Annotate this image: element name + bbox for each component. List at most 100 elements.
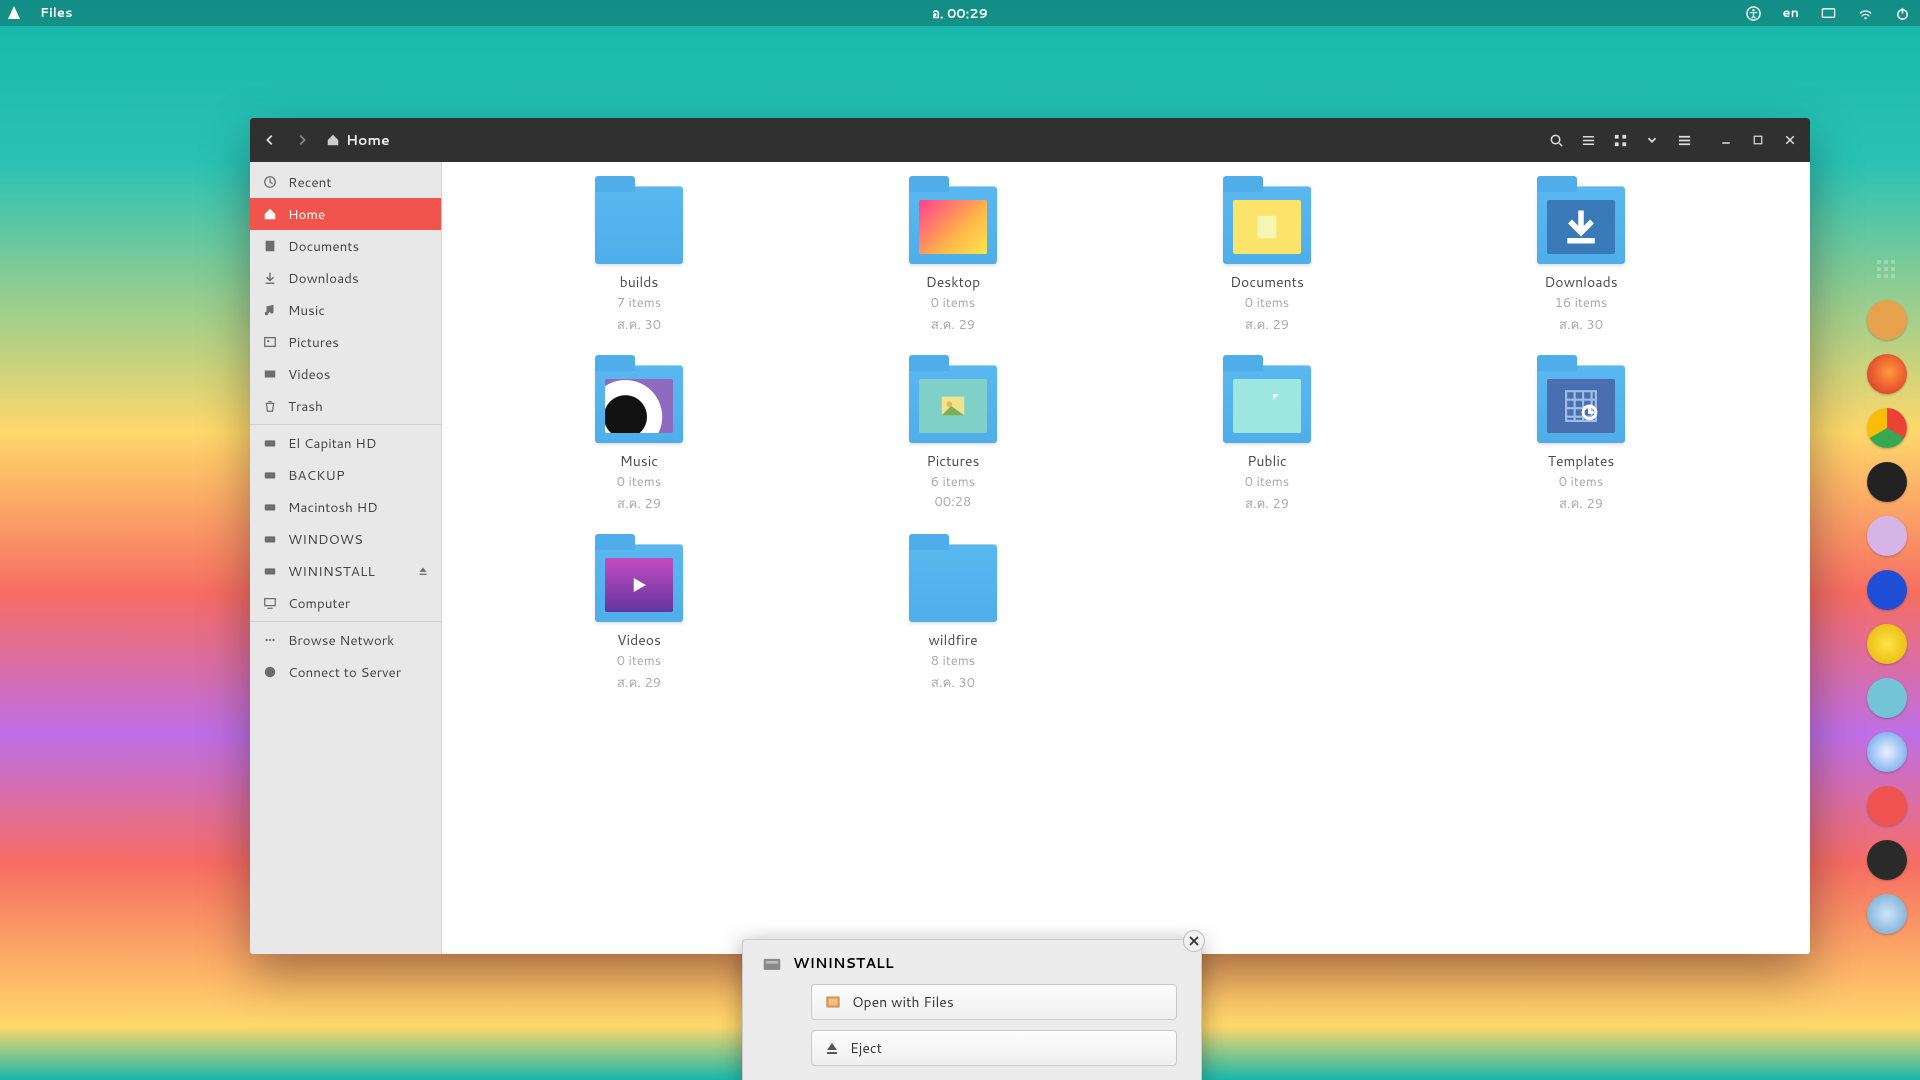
doc-icon: [262, 238, 278, 254]
content-area[interactable]: builds 7 items ส.ค. 30 Desktop 0 items ส…: [442, 162, 1810, 954]
folder-templates[interactable]: Templates 0 items ส.ค. 29: [1424, 365, 1738, 514]
clock[interactable]: อ. 00:29: [932, 3, 988, 24]
dock-app-music[interactable]: [1867, 624, 1907, 664]
nav-back-button[interactable]: [254, 124, 286, 156]
folder-name: Desktop: [926, 272, 980, 292]
eject-icon[interactable]: [415, 563, 431, 579]
dock-app-utility[interactable]: [1867, 786, 1907, 826]
folder-date: ส.ค. 29: [931, 314, 975, 335]
sidebar-item-label: Connect to Server: [288, 663, 401, 682]
nav-forward-button[interactable]: [286, 124, 318, 156]
mount-notification: WININSTALL Open with Files Eject: [742, 939, 1202, 1080]
antergos-logo-icon: [6, 5, 22, 21]
dock-app-terminal[interactable]: [1867, 462, 1907, 502]
sidebar-item-label: Browse Network: [288, 631, 394, 650]
dock-app-files[interactable]: [1867, 300, 1907, 340]
drive-icon: [761, 952, 783, 974]
sidebar-item-el-capitan-hd[interactable]: El Capitan HD: [250, 427, 441, 459]
sidebar-item-label: Videos: [288, 365, 330, 384]
sidebar-item-home[interactable]: Home: [250, 198, 441, 230]
folder-wildfire[interactable]: wildfire 8 items ส.ค. 30: [796, 544, 1110, 693]
sidebar-item-wininstall[interactable]: WININSTALL: [250, 555, 441, 587]
view-list-button[interactable]: [1572, 124, 1604, 156]
hamburger-menu-button[interactable]: [1668, 124, 1700, 156]
display-menu[interactable]: [1821, 6, 1836, 21]
sidebar-item-label: Trash: [288, 397, 323, 416]
folder-downloads[interactable]: Downloads 16 items ส.ค. 30: [1424, 186, 1738, 335]
sidebar-item-label: Music: [288, 301, 325, 320]
folder-pictures[interactable]: Pictures 6 items 00:28: [796, 365, 1110, 514]
folder-documents[interactable]: Documents 0 items ส.ค. 29: [1110, 186, 1424, 335]
folder-videos[interactable]: Videos 0 items ส.ค. 29: [482, 544, 796, 693]
computer-icon: [262, 595, 278, 611]
keyboard-lang[interactable]: en: [1783, 4, 1799, 22]
titlebar[interactable]: Home: [250, 118, 1810, 162]
eject-button[interactable]: Eject: [811, 1030, 1177, 1066]
dock-app-safari[interactable]: [1867, 732, 1907, 772]
folder-name: Documents: [1230, 272, 1304, 292]
clock-icon: [262, 174, 278, 190]
open-with-files-button[interactable]: Open with Files: [811, 984, 1177, 1020]
chevron-right-icon: [295, 133, 309, 147]
sidebar-item-label: Recent: [288, 173, 331, 192]
sidebar-item-label: Pictures: [288, 333, 339, 352]
folder-music[interactable]: Music 0 items ส.ค. 29: [482, 365, 796, 514]
power-icon: [1895, 6, 1910, 21]
folder-icon: [595, 365, 683, 443]
maximize-button[interactable]: [1742, 124, 1774, 156]
sidebar-item-connect-to-server[interactable]: Connect to Server: [250, 656, 441, 688]
folder-icon: [1223, 186, 1311, 264]
folder-public[interactable]: Public 0 items ส.ค. 29: [1110, 365, 1424, 514]
dock-app-firefox[interactable]: [1867, 354, 1907, 394]
sidebar-item-computer[interactable]: Computer: [250, 587, 441, 619]
sidebar-item-backup[interactable]: BACKUP: [250, 459, 441, 491]
folder-name: Pictures: [927, 451, 980, 471]
dock-app-screenshot[interactable]: [1867, 678, 1907, 718]
activities-button[interactable]: [6, 5, 22, 21]
dock-app-browser2[interactable]: [1867, 570, 1907, 610]
sidebar-item-macintosh-hd[interactable]: Macintosh HD: [250, 491, 441, 523]
trash-icon: [262, 398, 278, 414]
sidebar-item-pictures[interactable]: Pictures: [250, 326, 441, 358]
folder-name: Templates: [1548, 451, 1615, 471]
dock-app-settings[interactable]: [1867, 840, 1907, 880]
sidebar-item-trash[interactable]: Trash: [250, 390, 441, 422]
close-icon: [1189, 936, 1199, 946]
close-button[interactable]: [1774, 124, 1806, 156]
folder-count: 0 items: [1245, 294, 1290, 312]
view-grid-button[interactable]: [1604, 124, 1636, 156]
folder-icon: [909, 365, 997, 443]
sidebar-item-label: BACKUP: [288, 466, 345, 485]
a11y-menu[interactable]: [1746, 6, 1761, 21]
search-button[interactable]: [1540, 124, 1572, 156]
dock-handle-icon[interactable]: [1877, 260, 1897, 280]
path-bar[interactable]: Home: [326, 130, 390, 150]
dock-app-chromium[interactable]: [1867, 894, 1907, 934]
notification-close-button[interactable]: [1183, 930, 1205, 952]
display-icon: [1821, 6, 1836, 21]
sidebar-item-browse-network[interactable]: Browse Network: [250, 624, 441, 656]
close-icon: [1784, 134, 1796, 146]
music-icon: [262, 302, 278, 318]
sidebar-item-documents[interactable]: Documents: [250, 230, 441, 262]
sidebar-item-label: WINDOWS: [288, 530, 363, 549]
sidebar-item-music[interactable]: Music: [250, 294, 441, 326]
dots-icon: [262, 632, 278, 648]
view-dropdown-button[interactable]: [1636, 124, 1668, 156]
power-menu[interactable]: [1895, 6, 1910, 21]
sidebar-item-videos[interactable]: Videos: [250, 358, 441, 390]
dock-app-chrome[interactable]: [1867, 408, 1907, 448]
sidebar-item-downloads[interactable]: Downloads: [250, 262, 441, 294]
folder-date: ส.ค. 29: [1559, 493, 1603, 514]
sidebar-item-label: Home: [288, 205, 325, 224]
minimize-button[interactable]: [1710, 124, 1742, 156]
app-menu[interactable]: Files: [40, 4, 72, 22]
folder-desktop[interactable]: Desktop 0 items ส.ค. 29: [796, 186, 1110, 335]
network-menu[interactable]: [1858, 6, 1873, 21]
folder-builds[interactable]: builds 7 items ส.ค. 30: [482, 186, 796, 335]
sidebar-item-recent[interactable]: Recent: [250, 166, 441, 198]
sidebar-item-windows[interactable]: WINDOWS: [250, 523, 441, 555]
folder-date: 00:28: [935, 493, 972, 511]
folder-count: 0 items: [617, 473, 662, 491]
dock-app-editor[interactable]: [1867, 516, 1907, 556]
